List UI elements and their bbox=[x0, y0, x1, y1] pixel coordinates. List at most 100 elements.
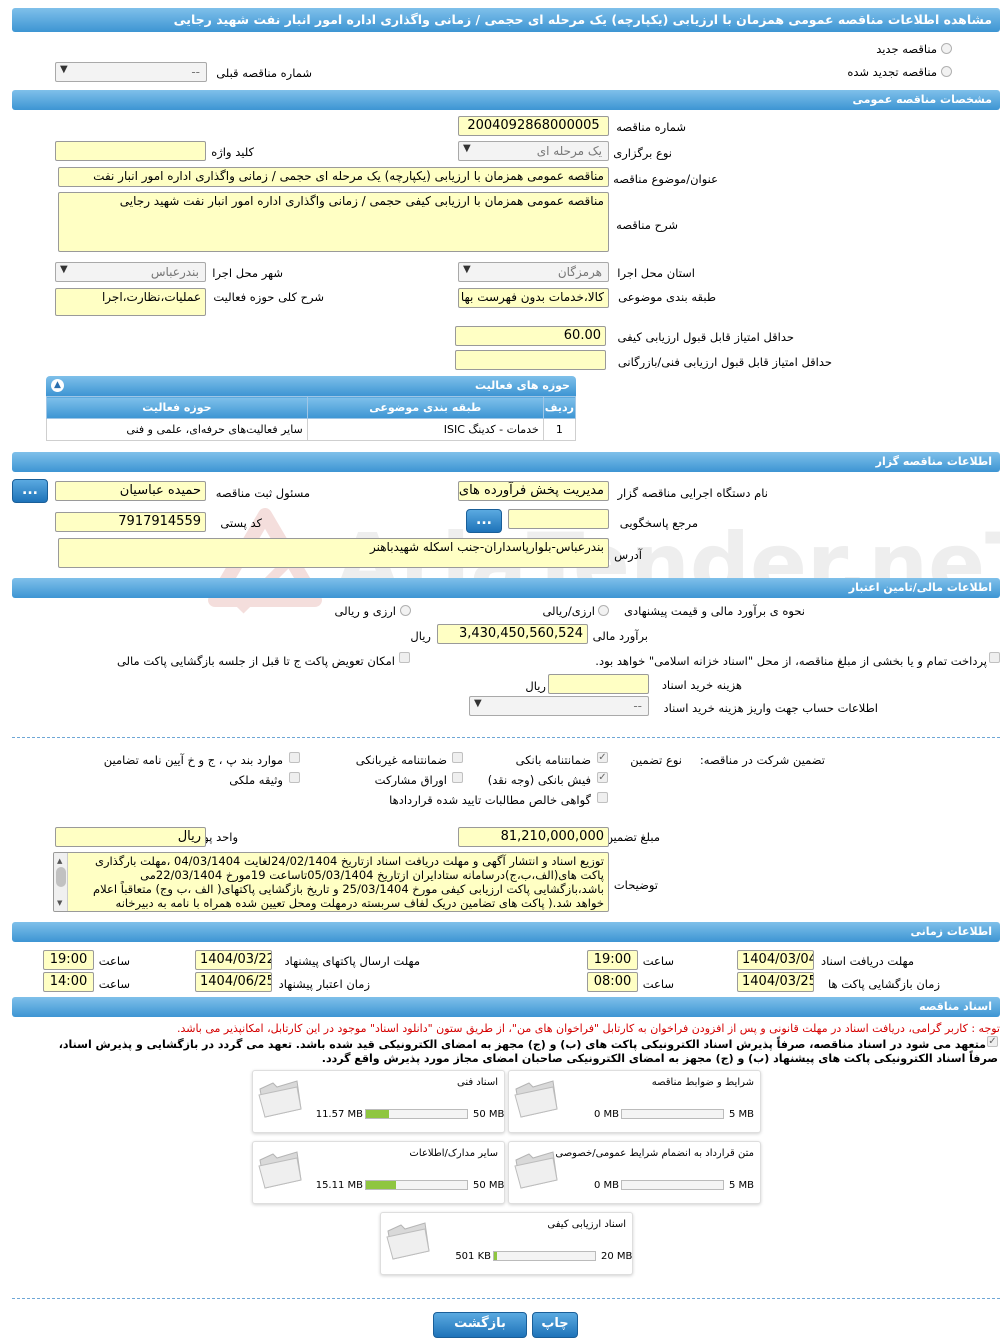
officer-lookup-button[interactable]: ... bbox=[12, 479, 48, 503]
account-label: اطلاعات حساب جهت واریز هزینه خرید اسناد bbox=[663, 701, 878, 715]
divider bbox=[12, 1298, 1000, 1299]
reference-field[interactable] bbox=[508, 509, 609, 529]
currency-and-rial-radio[interactable] bbox=[400, 605, 411, 616]
folder-icon bbox=[257, 1079, 303, 1122]
guarantee-type-label: نوع تضمین bbox=[630, 753, 682, 767]
validity-time[interactable]: 14:00 bbox=[43, 972, 94, 992]
activities-table: ردیف طبقه بندی موضوعی حوزه فعالیت 1 خدما… bbox=[46, 396, 577, 441]
commitment-text-1: متعهد می شود در اسناد مناقصه، صرفاً پذیر… bbox=[58, 1038, 986, 1051]
nonbank-guarantee-checkbox[interactable] bbox=[452, 752, 463, 763]
organizer-section-header: اطلاعات مناقصه گزار bbox=[12, 452, 1000, 472]
account-select[interactable]: ▼ -- bbox=[469, 696, 649, 716]
bank-receipt-label: فیش بانکی (وجه نقد) bbox=[487, 773, 591, 787]
collapse-icon[interactable]: ▲ bbox=[51, 379, 64, 392]
time-label: ساعت bbox=[98, 954, 130, 968]
currency-unit-field[interactable]: ریال bbox=[55, 827, 206, 847]
doc-used-size: 0 MB bbox=[593, 1180, 619, 1191]
doc-used-size: 15.11 MB bbox=[315, 1180, 363, 1191]
postal-code-field[interactable]: 7917914559 bbox=[55, 512, 206, 532]
guarantee-amount-field[interactable]: 81,210,000,000 bbox=[458, 827, 609, 847]
category-field[interactable]: کالا،خدمات بدون فهرست بها bbox=[458, 288, 609, 308]
chevron-down-icon: ▼ bbox=[60, 64, 68, 75]
doc-name: اسناد ارزیابی کیفی bbox=[547, 1219, 626, 1230]
reference-lookup-button[interactable]: ... bbox=[466, 509, 502, 533]
swap-envelope-checkbox[interactable] bbox=[399, 652, 410, 663]
min-tech-field[interactable] bbox=[455, 350, 606, 370]
doc-max-size: 5 MB bbox=[729, 1180, 755, 1191]
notes-field[interactable]: توزیع اسناد و انتشار آگهی و مهلت دریافت … bbox=[53, 852, 609, 912]
doc-progress bbox=[621, 1180, 724, 1190]
bank-guarantee-label: ضمانتنامه بانکی bbox=[515, 753, 591, 767]
doc-tile-other[interactable]: سایر مدارک/اطلاعات 15.11 MB 50 MB bbox=[252, 1141, 505, 1204]
column-header: طبقه بندی موضوعی bbox=[306, 396, 544, 419]
column-header: ردیف bbox=[542, 396, 577, 419]
doc-tile-quality[interactable]: اسناد ارزیابی کیفی 501 KB 20 MB bbox=[380, 1212, 633, 1275]
commitment-text-2: صرفاً اسناد الکترونیکی پاکت های پیشنهاد … bbox=[321, 1052, 998, 1065]
divider bbox=[12, 737, 1000, 738]
description-field[interactable]: مناقصه عمومی همزمان با ارزیابی کیفی حجمی… bbox=[58, 192, 609, 252]
address-field[interactable]: بندرعباس-بلوارپاسداران-جنب اسکله شهیدباه… bbox=[58, 538, 609, 568]
renewed-tender-radio[interactable] bbox=[941, 66, 952, 77]
tender-number-field[interactable]: 2004092868000005 bbox=[458, 116, 609, 136]
doc-tile-technical[interactable]: اسناد فنی 11.57 MB 50 MB bbox=[252, 1070, 505, 1133]
doc-name: سایر مدارک/اطلاعات bbox=[409, 1148, 498, 1159]
doc-deadline-label: مهلت دریافت اسناد bbox=[821, 954, 914, 968]
bjh-items-checkbox[interactable] bbox=[289, 752, 300, 763]
doc-tile-terms[interactable]: شرایط و ضوابط مناقصه 0 MB 5 MB bbox=[508, 1070, 761, 1133]
claims-certificate-checkbox[interactable] bbox=[597, 792, 608, 803]
scroll-thumb[interactable] bbox=[56, 867, 66, 887]
min-quality-field[interactable]: 60.00 bbox=[455, 326, 606, 346]
subject-field[interactable]: مناقصه عمومی همزمان با ارزیابی (یکپارچه)… bbox=[58, 167, 609, 187]
opening-time[interactable]: 08:00 bbox=[587, 972, 638, 992]
claims-certificate-label: گواهی خالص مطالبات تایید شده قراردادها bbox=[389, 793, 591, 807]
chevron-down-icon: ▼ bbox=[463, 143, 471, 154]
keyword-field[interactable] bbox=[55, 141, 206, 161]
shares-checkbox[interactable] bbox=[452, 772, 463, 783]
new-tender-radio[interactable] bbox=[941, 43, 952, 54]
min-quality-label: حداقل امتیاز قابل قبول ارزیابی کیفی bbox=[617, 330, 795, 344]
validity-date[interactable]: 1404/06/25 bbox=[195, 972, 272, 992]
general-section-header: مشخصات مناقصه عمومی bbox=[12, 90, 1000, 110]
row-category: خدمات - کدینگ ISIC bbox=[306, 418, 544, 441]
back-button[interactable]: بازگشت bbox=[433, 1312, 527, 1338]
doc-cost-field[interactable] bbox=[548, 674, 649, 694]
documents-notice: توجه : کاربر گرامی، دریافت اسناد در مهلت… bbox=[176, 1022, 1000, 1035]
send-deadline-date[interactable]: 1404/03/22 bbox=[195, 950, 272, 970]
doc-cost-unit: ریال bbox=[525, 679, 546, 693]
city-select[interactable]: ▼ بندرعباس bbox=[55, 262, 206, 282]
doc-deadline-date[interactable]: 1404/03/04 bbox=[737, 950, 814, 970]
renewed-tender-label: مناقصه تجدید شده bbox=[847, 65, 937, 79]
property-checkbox[interactable] bbox=[289, 772, 300, 783]
row-index: 1 bbox=[542, 418, 577, 441]
doc-name: شرایط و ضوابط مناقصه bbox=[651, 1077, 754, 1088]
category-label: طبقه بندی موضوعی bbox=[618, 290, 716, 304]
scroll-up-icon[interactable]: ▲ bbox=[57, 854, 62, 868]
doc-max-size: 20 MB bbox=[601, 1251, 633, 1262]
guarantee-amount-label: مبلغ تضمین bbox=[604, 830, 660, 844]
print-button[interactable]: چاپ bbox=[532, 1312, 578, 1338]
treasury-checkbox[interactable] bbox=[989, 652, 1000, 663]
opening-date[interactable]: 1404/03/25 bbox=[737, 972, 814, 992]
prev-number-select[interactable]: ▼ -- bbox=[55, 62, 207, 82]
validity-label: زمان اعتبار پیشنهاد bbox=[278, 977, 370, 991]
doc-tile-contract[interactable]: متن قرارداد به انضمام شرایط عمومی/خصوصی … bbox=[508, 1141, 761, 1204]
estimate-field[interactable]: 3,430,450,560,524 bbox=[437, 624, 588, 644]
doc-deadline-time[interactable]: 19:00 bbox=[587, 950, 638, 970]
rial-currency-radio[interactable] bbox=[598, 605, 609, 616]
chevron-down-icon: ▼ bbox=[60, 264, 68, 275]
bank-guarantee-checkbox[interactable]: ✓ bbox=[597, 752, 608, 763]
commitment-checkbox[interactable]: ✓ bbox=[987, 1036, 998, 1047]
estimate-label: برآورد مالی bbox=[592, 629, 648, 643]
keyword-label: کلید واژه bbox=[211, 145, 254, 159]
prev-number-label: شماره مناقصه قبلی bbox=[216, 66, 312, 80]
province-select[interactable]: ▼ هرمزگان bbox=[458, 262, 609, 282]
scroll-down-icon[interactable]: ▼ bbox=[57, 896, 62, 910]
type-select[interactable]: ▼ یک مرحله ای bbox=[458, 141, 609, 161]
officer-field[interactable]: حمیده عباسیان bbox=[55, 481, 206, 501]
scope-field[interactable]: عملیات،نظارت،اجرا bbox=[55, 288, 206, 316]
property-label: وثیقه ملکی bbox=[229, 773, 283, 787]
send-deadline-time[interactable]: 19:00 bbox=[43, 950, 94, 970]
org-name-field[interactable]: مدیریت پخش فرآورده های نفتی bbox=[458, 481, 609, 501]
bank-receipt-checkbox[interactable]: ✓ bbox=[597, 772, 608, 783]
scrollbar[interactable]: ▲ ▼ bbox=[54, 853, 68, 911]
